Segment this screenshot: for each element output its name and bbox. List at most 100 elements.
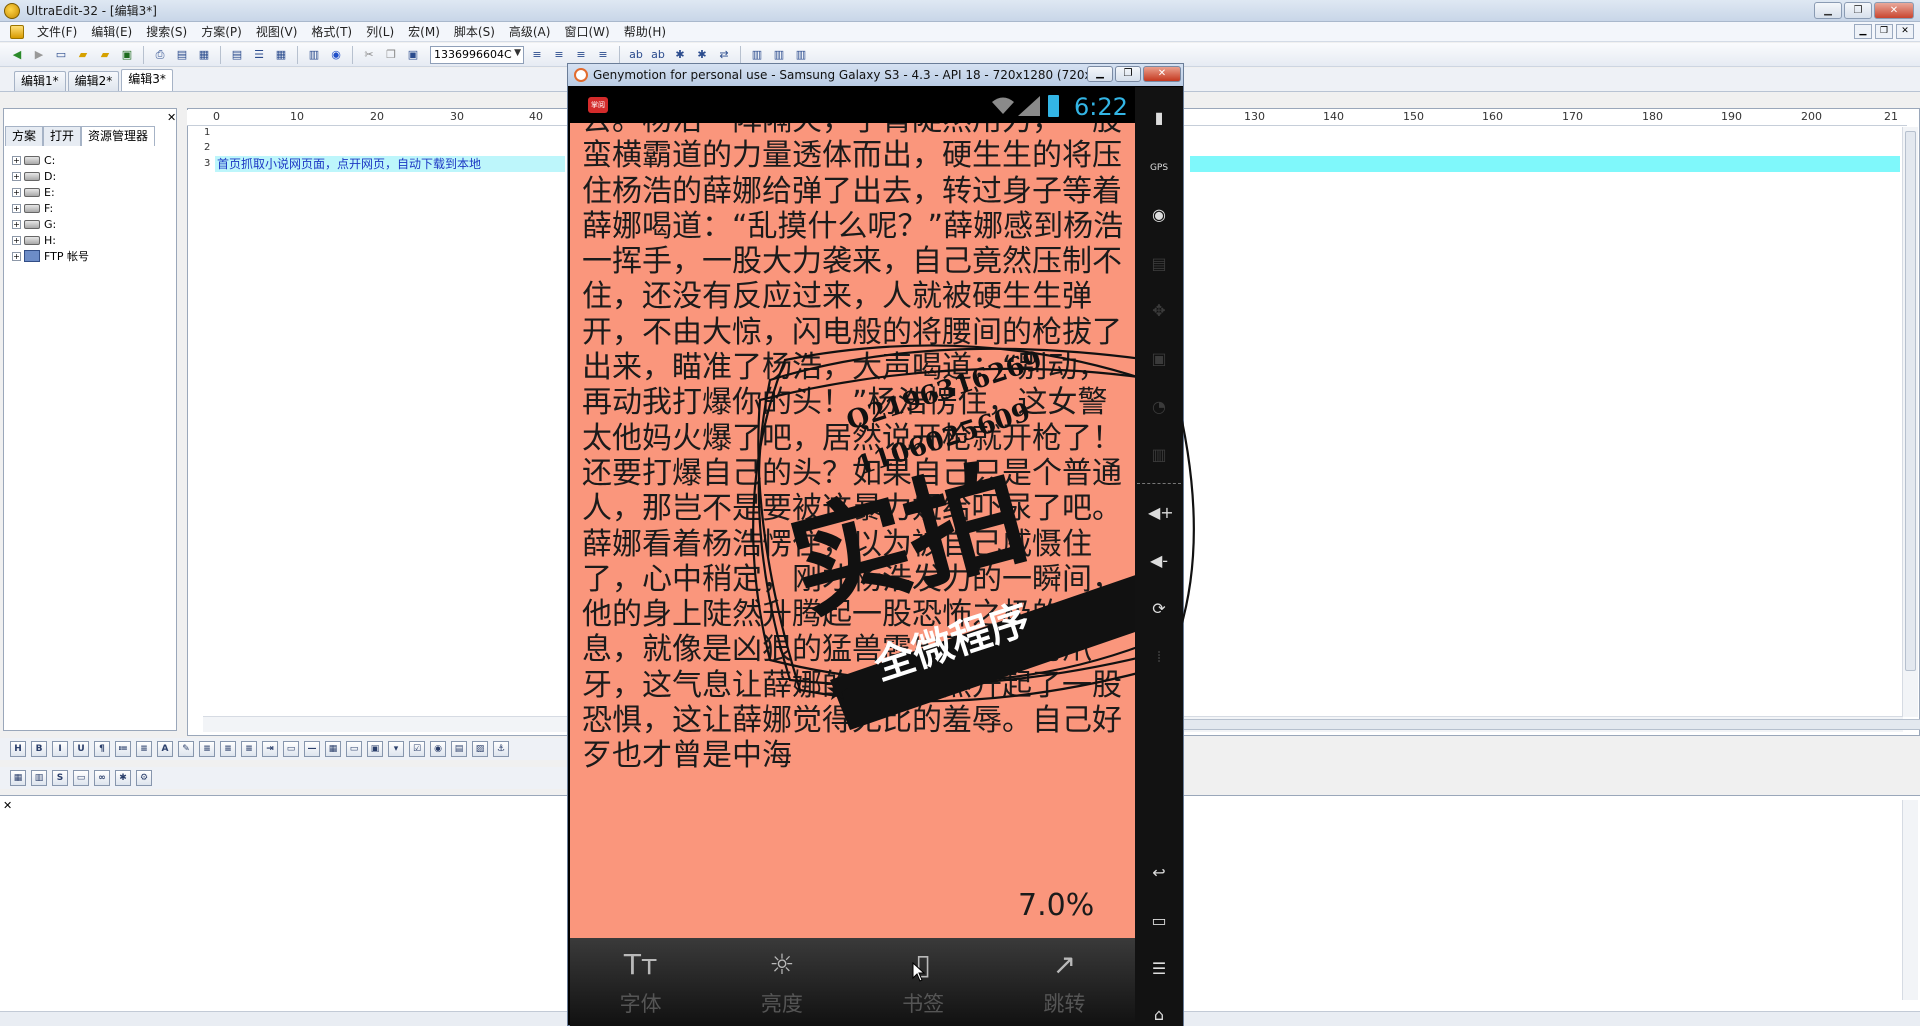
window-tile-icon[interactable]: ▥ <box>748 46 766 64</box>
numbered-list-icon[interactable]: ≡ <box>136 741 152 757</box>
menu-column[interactable]: 列(L) <box>359 23 401 40</box>
menu-project[interactable]: 方案(P) <box>194 23 249 40</box>
editor-line-3[interactable]: 首页抓取小说网页面，点开网页，自动下载到本地 <box>215 156 565 172</box>
form-icon[interactable]: ▭ <box>283 741 299 757</box>
menu-advanced[interactable]: 高级(A) <box>502 23 558 40</box>
align-left-icon[interactable]: ≡ <box>528 46 546 64</box>
align-right-icon[interactable]: ≡ <box>572 46 590 64</box>
doc-minimize-button[interactable]: ▁ <box>1854 24 1872 39</box>
explorer-close-icon[interactable]: ✕ <box>167 111 176 124</box>
forward-arrow-icon[interactable]: ▶ <box>30 46 48 64</box>
id-icon[interactable]: ▣ <box>1148 348 1170 370</box>
menu-search[interactable]: 搜索(S) <box>139 23 194 40</box>
bookmark-button[interactable]: ▯ 书签 <box>853 938 994 1026</box>
tab-edit2[interactable]: 编辑2* <box>67 71 120 91</box>
back-icon[interactable]: ↩ <box>1148 862 1170 884</box>
replace-icon[interactable]: ⇄ <box>715 46 733 64</box>
image-icon[interactable]: ▨ <box>472 741 488 757</box>
home-icon[interactable]: ⌂ <box>1148 1004 1170 1026</box>
table-icon[interactable]: ▦ <box>325 741 341 757</box>
spell-replace-icon[interactable]: ab <box>649 46 667 64</box>
tab-edit1[interactable]: 编辑1* <box>14 71 66 91</box>
toolbar-combo[interactable]: 1336996604C ▼ <box>430 45 524 64</box>
book-icon[interactable]: ▥ <box>305 46 323 64</box>
volume-down-icon[interactable]: ◀- <box>1148 550 1170 572</box>
expand-icon[interactable]: + <box>12 251 21 261</box>
back-arrow-icon[interactable]: ◀ <box>8 46 26 64</box>
pencil-icon[interactable]: ✎ <box>178 741 194 757</box>
cut-icon[interactable]: ✂ <box>360 46 378 64</box>
clapperboard-icon[interactable]: ▤ <box>1148 253 1170 275</box>
maximize-button[interactable]: ❐ <box>1844 2 1872 19</box>
settings-icon[interactable]: ⚙ <box>136 770 152 786</box>
menu-view[interactable]: 视图(V) <box>249 23 305 40</box>
tree-item-f[interactable]: + F: <box>12 200 172 216</box>
doc-restore-button[interactable]: ❐ <box>1875 24 1893 39</box>
output-close-icon[interactable]: ✕ <box>3 799 12 812</box>
find-icon[interactable]: ✱ <box>671 46 689 64</box>
hex-icon[interactable]: ▦ <box>272 46 290 64</box>
select-icon[interactable]: ▾ <box>388 741 404 757</box>
tools-icon[interactable]: ✱ <box>115 770 131 786</box>
tree-item-h[interactable]: + H: <box>12 232 172 248</box>
tree-item-d[interactable]: + D: <box>12 168 172 184</box>
anchor-icon[interactable]: ⚓ <box>493 741 509 757</box>
dpad-icon[interactable]: ✥ <box>1148 300 1170 322</box>
globe-icon[interactable]: ◉ <box>327 46 345 64</box>
recent-apps-icon[interactable]: ▭ <box>1148 910 1170 932</box>
geny-maximize-button[interactable]: ❐ <box>1115 66 1141 82</box>
frame-icon[interactable]: ▥ <box>31 770 47 786</box>
tab-edit3[interactable]: 编辑3* <box>121 69 173 91</box>
tree-item-ftp[interactable]: + FTP 帐号 <box>12 248 172 264</box>
bold-icon[interactable]: B <box>31 741 47 757</box>
button-icon[interactable]: ▣ <box>367 741 383 757</box>
vertical-scrollbar[interactable] <box>1902 127 1918 717</box>
font-button[interactable]: Tт 字体 <box>570 938 711 1026</box>
minimize-button[interactable]: ▁ <box>1814 2 1842 19</box>
window-list-icon[interactable]: ▥ <box>792 46 810 64</box>
expand-icon[interactable]: + <box>12 155 21 165</box>
underline-icon[interactable]: U <box>73 741 89 757</box>
copy-icon[interactable]: ❐ <box>382 46 400 64</box>
indent-icon[interactable]: ⇥ <box>262 741 278 757</box>
menu-window[interactable]: 窗口(W) <box>557 23 616 40</box>
radio-icon[interactable]: ◉ <box>430 741 446 757</box>
scale-icon[interactable]: ⁞ <box>1148 646 1170 668</box>
print-icon[interactable]: ⎙ <box>151 46 169 64</box>
geny-close-button[interactable]: ✕ <box>1143 66 1181 82</box>
menu-help[interactable]: 帮助(H) <box>617 23 673 40</box>
menu-format[interactable]: 格式(T) <box>304 23 359 40</box>
expand-icon[interactable]: + <box>12 203 21 213</box>
textarea-icon[interactable]: ▤ <box>451 741 467 757</box>
close-button[interactable]: ✕ <box>1874 2 1914 19</box>
find-next-icon[interactable]: ✱ <box>693 46 711 64</box>
link-icon[interactable]: ∞ <box>94 770 110 786</box>
rss-icon[interactable]: ◔ <box>1148 396 1170 418</box>
jump-button[interactable]: ↗ 跳转 <box>994 938 1135 1026</box>
page-icon[interactable]: ▤ <box>228 46 246 64</box>
output-vertical-scrollbar[interactable] <box>1902 800 1918 1000</box>
hr-icon[interactable]: — <box>304 741 320 757</box>
new-file-icon[interactable]: ▭ <box>52 46 70 64</box>
bullet-list-icon[interactable]: ≔ <box>115 741 131 757</box>
print-preview-icon[interactable]: ▤ <box>173 46 191 64</box>
tab-project[interactable]: 方案 <box>5 126 44 146</box>
expand-icon[interactable]: + <box>12 187 21 197</box>
html-icon[interactable]: H <box>10 741 26 757</box>
paste-icon[interactable]: ▣ <box>404 46 422 64</box>
rotate-icon[interactable]: ⟳ <box>1148 598 1170 620</box>
save-icon[interactable]: ▣ <box>118 46 136 64</box>
spell-check-icon[interactable]: ab <box>627 46 645 64</box>
document-menu-icon[interactable] <box>10 24 24 39</box>
menu-script[interactable]: 脚本(S) <box>447 23 502 40</box>
doc-close-button[interactable]: ✕ <box>1896 24 1914 39</box>
brightness-button[interactable]: ☼ 亮度 <box>711 938 852 1026</box>
scrollbar-thumb[interactable] <box>1905 131 1916 671</box>
align-center-icon[interactable]: ≡ <box>550 46 568 64</box>
volume-up-icon[interactable]: ◀+ <box>1148 502 1174 524</box>
grid-icon[interactable]: ▦ <box>10 770 26 786</box>
script-icon[interactable]: S <box>52 770 68 786</box>
battery-icon[interactable]: ▮ <box>1148 107 1170 129</box>
input-icon[interactable]: ▭ <box>346 741 362 757</box>
camera-icon[interactable]: ◉ <box>1148 204 1170 226</box>
